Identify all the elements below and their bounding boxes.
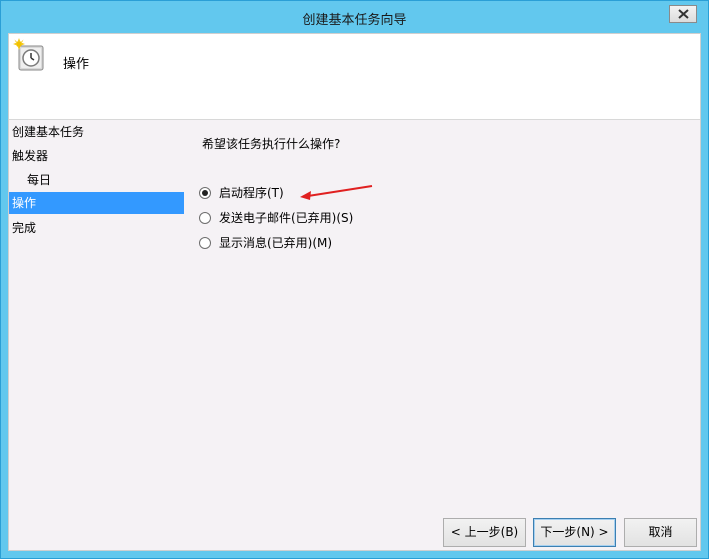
page-title: 操作 xyxy=(63,57,90,72)
nav-item-finish[interactable]: 完成 xyxy=(9,217,184,239)
radio-show-message[interactable] xyxy=(199,237,211,249)
next-button[interactable]: 下一步(N) > xyxy=(533,518,616,547)
back-button[interactable]: < 上一步(B) xyxy=(443,518,526,547)
radio-send-email[interactable] xyxy=(199,212,211,224)
radio-start-program[interactable] xyxy=(199,187,211,199)
task-scheduler-clock-icon xyxy=(13,38,44,71)
option-label: 显示消息(已弃用)(M) xyxy=(219,236,333,250)
annotation-arrow-icon xyxy=(300,185,373,200)
option-label: 启动程序(T) xyxy=(219,186,284,200)
cancel-button[interactable]: 取消 xyxy=(624,518,697,547)
nav-item-daily[interactable]: 每日 xyxy=(9,169,184,191)
wizard-body: 操作 创建基本任务 触发器 每日 操作 完成 希望该任务执行什么操作? 启动程序… xyxy=(8,33,701,551)
action-prompt: 希望该任务执行什么操作? xyxy=(202,137,341,151)
wizard-nav: 创建基本任务 触发器 每日 操作 完成 xyxy=(9,120,187,540)
nav-item-action[interactable]: 操作 xyxy=(9,192,184,214)
close-button[interactable] xyxy=(669,5,697,23)
wizard-window: 创建基本任务向导 操作 创建基本任务 触发器 每日 操作 完成 希望该任务执行什… xyxy=(0,0,709,559)
option-label: 发送电子邮件(已弃用)(S) xyxy=(219,211,354,225)
nav-item-trigger[interactable]: 触发器 xyxy=(9,145,184,167)
close-icon xyxy=(678,9,689,19)
wizard-header: 操作 xyxy=(9,34,700,120)
title-bar[interactable]: 创建基本任务向导 xyxy=(1,1,708,33)
nav-item-create-task[interactable]: 创建基本任务 xyxy=(9,121,184,143)
window-title: 创建基本任务向导 xyxy=(302,13,407,28)
